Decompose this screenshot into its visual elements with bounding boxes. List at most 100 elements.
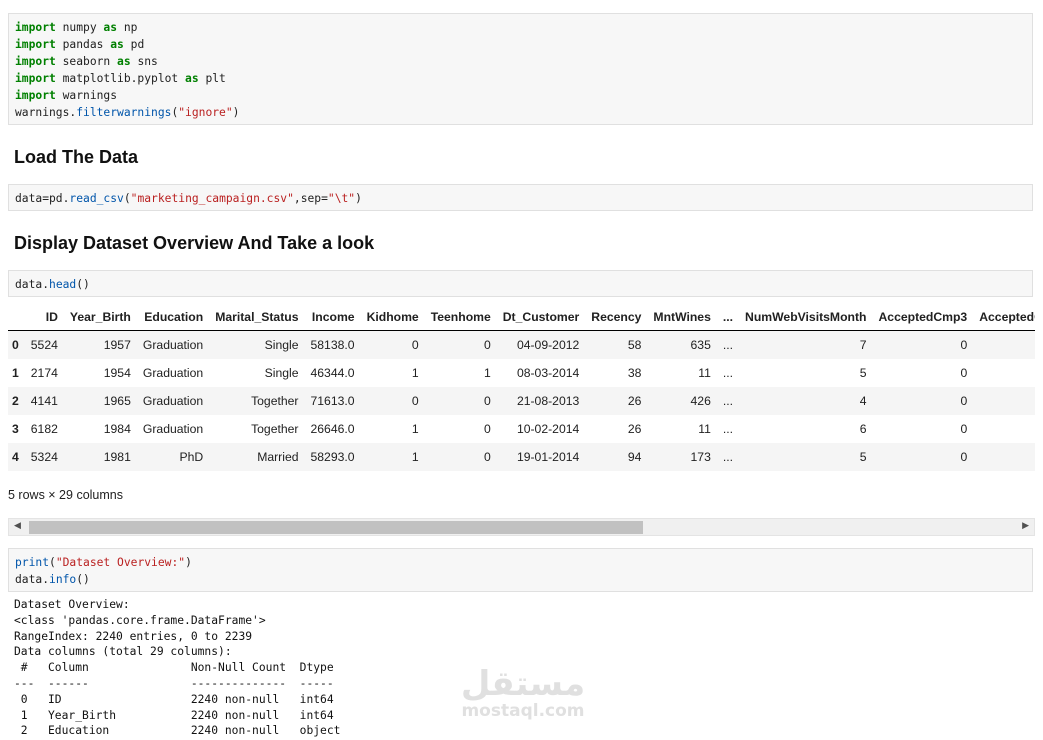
column-header: Education — [136, 304, 210, 331]
table-cell: Together — [251, 422, 299, 436]
info-output: Dataset Overview: <class 'pandas.core.fra… — [14, 597, 340, 739]
row-index: 3 — [12, 422, 19, 436]
table-cell: 0 — [960, 338, 968, 352]
table-cell: 426 — [690, 394, 711, 408]
table-cell: 0 — [960, 394, 968, 408]
table-cell: ... — [722, 394, 734, 408]
table-cell: 6182 — [30, 422, 58, 436]
table-cell: 58293.0 — [310, 450, 355, 464]
table-cell: 5324 — [30, 450, 58, 464]
table-cell: Graduation — [142, 422, 204, 436]
table-cell: Married — [257, 450, 299, 464]
table-row: 3 6182 1984 Graduation Together 26646.0 1 0 10-0… — [8, 415, 1035, 443]
table-cell: 46344.0 — [310, 366, 355, 380]
code-cell-info[interactable]: print("Dataset Overview:") data.info() — [8, 548, 1033, 592]
table-cell — [973, 387, 1035, 415]
table-cell: Graduation — [142, 366, 204, 380]
table-header-row: ID Year_Birth Education Marital_Status Incom… — [8, 304, 1035, 331]
table-cell: 1 — [411, 422, 419, 436]
table-cell — [973, 359, 1035, 387]
info-line: data.info() — [15, 571, 1026, 588]
table-cell: 94 — [627, 450, 642, 464]
output-line: RangeIndex: 2240 entries, 0 to 2239 — [14, 629, 253, 643]
scroll-right-icon[interactable]: ▶ — [1022, 520, 1029, 531]
table-cell: 6 — [859, 422, 867, 436]
table-cell — [973, 331, 1035, 360]
row-index: 0 — [12, 338, 19, 352]
table-row: 4 5324 1981 PhD Married 58293.0 1 0 19-01-2014 94… — [8, 443, 1035, 471]
output-line: 1 Year_Birth 2240 non-null int64 — [14, 708, 341, 722]
table-cell: Together — [251, 394, 299, 408]
table-cell: 58 — [627, 338, 642, 352]
table-cell: 11 — [698, 422, 711, 436]
table-cell: 19-01-2014 — [516, 450, 580, 464]
code-token: print — [15, 556, 50, 569]
code-token: info — [49, 573, 77, 586]
table-cell: 0 — [483, 338, 491, 352]
output-line: --- ------ -------------- ----- — [14, 676, 341, 690]
table-cell: 5524 — [30, 338, 58, 352]
column-header: Marital_Status — [209, 304, 305, 331]
horizontal-scrollbar[interactable]: ◀ ▶ — [8, 518, 1035, 536]
table-cell: 10-02-2014 — [516, 422, 580, 436]
table-cell: 71613.0 — [310, 394, 355, 408]
column-header: Dt_Customer — [496, 304, 586, 331]
table-row: 1 2174 1954 Graduation Single 46344.0 1 1 08-03-… — [8, 359, 1035, 387]
table-cell: 0 — [483, 450, 491, 464]
table-cell: 1 — [483, 366, 491, 380]
table-cell: 26 — [627, 394, 642, 408]
code-token: ( — [49, 556, 56, 569]
print-line: print("Dataset Overview:") — [15, 554, 1026, 571]
column-header: ID — [24, 304, 64, 331]
table-cell: 4141 — [30, 394, 58, 408]
table-cell: Single — [264, 366, 299, 380]
table-cell: 1954 — [103, 366, 131, 380]
table-row: 0 5524 1957 Graduation Single 58138.0 0 0 04-09-… — [8, 330, 1035, 360]
column-header: MntWines — [647, 304, 717, 331]
table-cell: 7 — [859, 338, 867, 352]
watermark-site: mostaql.com — [461, 701, 585, 721]
table-cell: 1965 — [103, 394, 131, 408]
table-cell: Graduation — [142, 338, 204, 352]
table-cell: ... — [722, 422, 734, 436]
table-body: 0 5524 1957 Graduation Single 58138.0 0 0 04-09-… — [8, 330, 1035, 471]
table-cell: 21-08-2013 — [516, 394, 580, 408]
table-cell: 1981 — [103, 450, 131, 464]
output-line: Dataset Overview: — [14, 598, 130, 611]
row-index: 2 — [12, 394, 19, 408]
table-cell: 58138.0 — [310, 338, 355, 352]
table-cell: 0 — [960, 366, 968, 380]
column-header: AcceptedCmp3 — [872, 304, 974, 331]
table-cell: ... — [722, 366, 734, 380]
table-cell: 2174 — [30, 366, 58, 380]
scrollbar-thumb[interactable] — [29, 521, 643, 534]
column-header — [8, 304, 25, 331]
table-cell: 173 — [690, 450, 711, 464]
column-header: Recency — [585, 304, 648, 331]
code-token: ) — [185, 556, 192, 569]
scroll-left-icon[interactable]: ◀ — [14, 520, 21, 531]
output-line: 2 Education 2240 non-null object — [14, 724, 341, 738]
watermark: مستقل mostaql.com — [458, 666, 588, 720]
table-cell: 0 — [960, 422, 968, 436]
table-cell: 08-03-2014 — [516, 366, 580, 380]
column-header: ... — [716, 304, 740, 331]
table-cell: 26 — [627, 422, 642, 436]
column-header: Kidhome — [360, 304, 425, 331]
table-cell: 38 — [627, 366, 642, 380]
table-cell: 04-09-2012 — [516, 338, 580, 352]
table-cell: 0 — [960, 450, 968, 464]
table-cell: ... — [722, 338, 734, 352]
table-cell: 0 — [411, 394, 419, 408]
table-cell: 11 — [698, 366, 711, 380]
column-header: AcceptedCm — [973, 304, 1035, 331]
column-header: Income — [304, 304, 361, 331]
table-cell: Single — [264, 338, 299, 352]
column-header: Teenhome — [424, 304, 497, 331]
code-token: "Dataset Overview:" — [55, 556, 186, 569]
table-cell: 0 — [411, 338, 419, 352]
output-line: 0 ID 2240 non-null int64 — [14, 692, 341, 706]
code-token: data. — [15, 573, 50, 586]
row-index: 1 — [12, 366, 19, 380]
output-line: Data columns (total 29 columns): — [14, 645, 232, 659]
